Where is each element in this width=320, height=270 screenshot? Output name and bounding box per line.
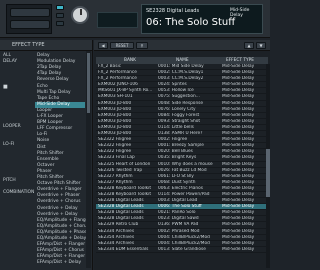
effect-type-item[interactable]: LFF Compressor <box>37 126 72 131</box>
part-selector[interactable] <box>10 8 50 17</box>
effect-type-item[interactable]: EFAmp/Dist + Chorus <box>37 248 84 253</box>
effect-type-header: ■ EFFECT TYPE <box>0 40 92 90</box>
next-button[interactable]: ▼ <box>256 42 266 49</box>
table-header: BANK NAME EFFECT TYPE <box>96 57 268 64</box>
led-indicator <box>56 5 64 10</box>
name-cell: 0013: Slate Grandiose <box>158 246 206 252</box>
effect-type-item[interactable]: Phaser <box>37 169 52 174</box>
effect-type-item[interactable]: Pitch Shifter <box>37 151 64 156</box>
effect-type-item[interactable]: Tape Echo <box>37 96 59 101</box>
tempo-display <box>97 12 138 28</box>
effect-type-cell: Mid-Side Delay <box>222 246 255 252</box>
effect-type-item[interactable]: Reverse Delay <box>37 77 69 82</box>
collapse-icon[interactable]: ■ <box>3 82 8 93</box>
effect-type-item[interactable]: 2Tap Delay <box>37 65 61 70</box>
search-icon[interactable]: ⚲ <box>136 42 148 49</box>
led-indicator <box>56 13 64 18</box>
program-title: 06: The Solo Stuff <box>146 17 236 28</box>
program-display: SE2328 Digital Leads Mid-Side Delay 06: … <box>141 4 263 34</box>
table-scroll-thumb[interactable] <box>266 149 270 197</box>
effect-type-title: EFFECT TYPE <box>12 42 45 48</box>
effect-type-item[interactable]: Pitch Shifter <box>37 175 64 180</box>
search-bar: ◀ RESET ⚲ ▲ ▼ <box>94 40 270 51</box>
effect-type-item[interactable]: Mid-Side Delay <box>37 102 70 107</box>
effect-type-item[interactable]: Multi Tap Delay <box>37 90 71 95</box>
table-row[interactable]: SE2334 EDM Essentials 0013: Slate Grandio… <box>96 247 268 253</box>
column-bank[interactable]: BANK <box>124 57 136 64</box>
effect-type-item[interactable]: BPM Looper <box>37 120 63 125</box>
effect-type-item[interactable]: EFAmp/Dist + Flanger <box>37 254 85 259</box>
category-looper[interactable]: LOOPER <box>3 124 21 129</box>
left-scroll-thumb[interactable] <box>87 53 90 113</box>
led-indicator <box>56 21 64 26</box>
effect-type-item[interactable]: Overdrive + Chorus <box>37 199 80 204</box>
prev-button[interactable]: ▲ <box>244 42 254 49</box>
effect-type-item[interactable]: EQ/Amplitude + Flanger <box>37 218 90 223</box>
category-lofi[interactable]: LO-FI <box>3 142 14 147</box>
effect-type-item[interactable]: Lo-Fi <box>37 132 47 137</box>
effect-type-item[interactable]: EFAmp/Dist + Flanger <box>37 242 85 247</box>
effect-type-item[interactable]: Octave Pitch Shifter <box>37 181 81 186</box>
category-pitch[interactable]: PITCH <box>3 178 16 183</box>
left-scrollbar[interactable] <box>86 51 91 268</box>
patch-table: FX_2 Basic 0001: Mid Side Delay Mid-Side D… <box>96 64 268 253</box>
effect-type-item[interactable]: Overdrive + Delay <box>37 206 78 211</box>
column-effect-type[interactable]: EFFECT TYPE <box>226 57 254 64</box>
effect-type-item[interactable]: Dist <box>37 145 46 150</box>
effect-type-item[interactable]: EQ/Amplitude + Phaser <box>37 230 89 235</box>
table-scrollbar[interactable] <box>266 64 270 268</box>
bank-cell: SE2334 EDM Essentials <box>98 246 149 252</box>
category-all[interactable]: ALL <box>3 53 11 58</box>
effect-type-item[interactable]: Overdrive + Phaser <box>37 193 80 198</box>
effect-type-item[interactable]: Ensemble <box>37 157 59 162</box>
effect-type-item[interactable]: Echo <box>37 84 48 89</box>
effect-type-item[interactable]: Octaver <box>37 163 54 168</box>
effect-type-item[interactable]: EQ/Amplitude + Chorus <box>37 224 89 229</box>
slot-label: SE2328 Digital Leads <box>146 8 200 14</box>
effect-type-item[interactable]: 4Tap Delay <box>37 71 61 76</box>
back-button[interactable]: ◀ <box>98 42 108 49</box>
part-selector-2[interactable] <box>10 20 50 29</box>
effect-type-item[interactable]: Overdrive + Delay <box>37 212 78 217</box>
effect-type-item[interactable]: Modulation Delay <box>37 59 75 64</box>
column-name[interactable]: NAME <box>176 57 189 64</box>
category-combination[interactable]: COMBINATION <box>3 190 34 195</box>
effect-type-item[interactable]: L-FX Looper <box>37 114 63 119</box>
effect-type-item[interactable]: Looper <box>37 108 52 113</box>
reset-button[interactable]: RESET <box>110 42 134 49</box>
effect-type-item[interactable]: EFAmp/Dist + Delay <box>37 260 81 265</box>
volume-knob[interactable] <box>71 6 89 24</box>
patch-list-panel: ◀ RESET ⚲ ▲ ▼ BANK NAME EFFECT TYPE FX_2… <box>94 40 270 270</box>
part-strip <box>6 4 52 34</box>
effect-type-item[interactable]: Delay <box>37 53 50 58</box>
top-panel: SE2328 Digital Leads Mid-Side Delay 06: … <box>0 0 270 38</box>
effect-type-item[interactable]: Overdrive + Flanger <box>37 187 82 192</box>
category-delay[interactable]: DELAY <box>3 59 17 64</box>
effect-type-item[interactable]: Noise <box>37 138 49 143</box>
effect-type-item[interactable]: EQ/Amplitude + Delay <box>37 236 86 241</box>
